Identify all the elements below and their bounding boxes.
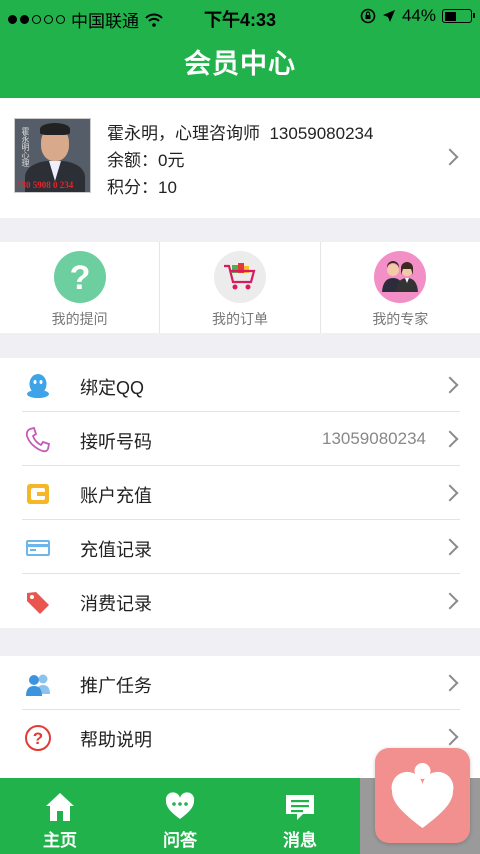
menu-item-label: 帮助说明 (80, 730, 152, 750)
menu-item-bind-qq[interactable]: 绑定QQ (0, 358, 480, 412)
phone-icon (25, 426, 51, 453)
menu-item-account-recharge[interactable]: 账户充值 (0, 466, 480, 520)
menu-item-promotion-tasks[interactable]: 推广任务 (0, 656, 480, 710)
status-bar: 中国联通 下午4:33 44% (0, 0, 480, 34)
menu-item-answer-number[interactable]: 接听号码 13059080234 (0, 412, 480, 466)
question-icon: ? (53, 251, 106, 303)
price-tag-icon (27, 592, 49, 614)
chevron-right-icon (441, 148, 459, 166)
profile-points: 积分：10 (107, 178, 177, 197)
quick-action-label: 我的专家 (372, 311, 429, 327)
profile-card[interactable]: 霍永明心理 130 5908 0 234 霍永明，心理咨询师 130590802… (0, 98, 480, 218)
page-title: 会员中心 (0, 34, 480, 98)
home-icon (46, 793, 74, 821)
floating-consult-button[interactable] (375, 748, 470, 843)
chevron-right-icon (441, 376, 459, 394)
menu-item-label: 账户充值 (80, 486, 152, 506)
quick-action-my-questions[interactable]: ? 我的提问 (0, 242, 161, 333)
profile-balance: 余额：0元 (107, 151, 185, 170)
profile-name: 霍永明，心理咨询师 (107, 124, 260, 143)
menu-item-label: 绑定QQ (80, 378, 145, 398)
message-icon (286, 795, 314, 820)
card-icon (26, 540, 50, 556)
wallet-icon (27, 484, 49, 504)
experts-icon (374, 251, 427, 303)
avatar-phone-stamp: 130 5908 0 234 (17, 180, 74, 190)
tab-label: 消息 (283, 831, 317, 850)
chevron-right-icon (441, 430, 459, 448)
menu-item-consumption-records[interactable]: 消费记录 (0, 574, 480, 628)
chevron-right-icon (441, 592, 459, 610)
avatar-calligraphy: 霍永明心理 (21, 127, 30, 167)
battery-percent: 44% (401, 6, 436, 25)
tab-label: 问答 (163, 831, 197, 850)
qq-icon (27, 374, 49, 398)
chevron-right-icon (441, 728, 459, 746)
menu-item-label: 接听号码 (80, 432, 152, 452)
chevron-right-icon (441, 484, 459, 502)
quick-action-label: 我的提问 (51, 311, 108, 327)
shopping-cart-icon (213, 251, 266, 303)
menu-item-recharge-records[interactable]: 充值记录 (0, 520, 480, 574)
location-arrow-icon (382, 10, 395, 22)
quick-actions: ? 我的提问 我的订单 我的专家 (0, 242, 480, 333)
avatar: 霍永明心理 130 5908 0 234 (14, 118, 91, 193)
quick-action-my-experts[interactable]: 我的专家 (321, 242, 480, 333)
battery-icon (442, 9, 475, 23)
menu-item-label: 推广任务 (80, 676, 152, 696)
heart-person-icon (391, 763, 454, 828)
chevron-right-icon (441, 538, 459, 556)
quick-action-label: 我的订单 (211, 311, 268, 327)
quick-action-my-orders[interactable]: 我的订单 (160, 242, 321, 333)
menu-item-label: 消费记录 (80, 594, 152, 614)
menu-item-label: 充值记录 (80, 540, 152, 560)
svg-text:?: ? (69, 259, 90, 295)
answer-number-value: 13059080234 (321, 429, 426, 448)
svg-text:?: ? (33, 729, 43, 748)
tab-home[interactable]: 主页 (0, 778, 120, 854)
profile-name-line: 霍永明，心理咨询师 13059080234 (107, 120, 373, 147)
chevron-right-icon (441, 674, 459, 692)
qa-icon (165, 792, 195, 819)
tab-qa[interactable]: 问答 (120, 778, 240, 854)
orientation-lock-icon (360, 8, 376, 24)
help-icon: ? (25, 725, 51, 751)
tab-messages[interactable]: 消息 (240, 778, 360, 854)
profile-phone: 13059080234 (269, 124, 374, 143)
users-icon (26, 674, 50, 696)
tab-label: 主页 (43, 831, 77, 850)
menu-group-account: 绑定QQ 接听号码 13059080234 账户充值 充值记录 消费记录 (0, 358, 480, 628)
